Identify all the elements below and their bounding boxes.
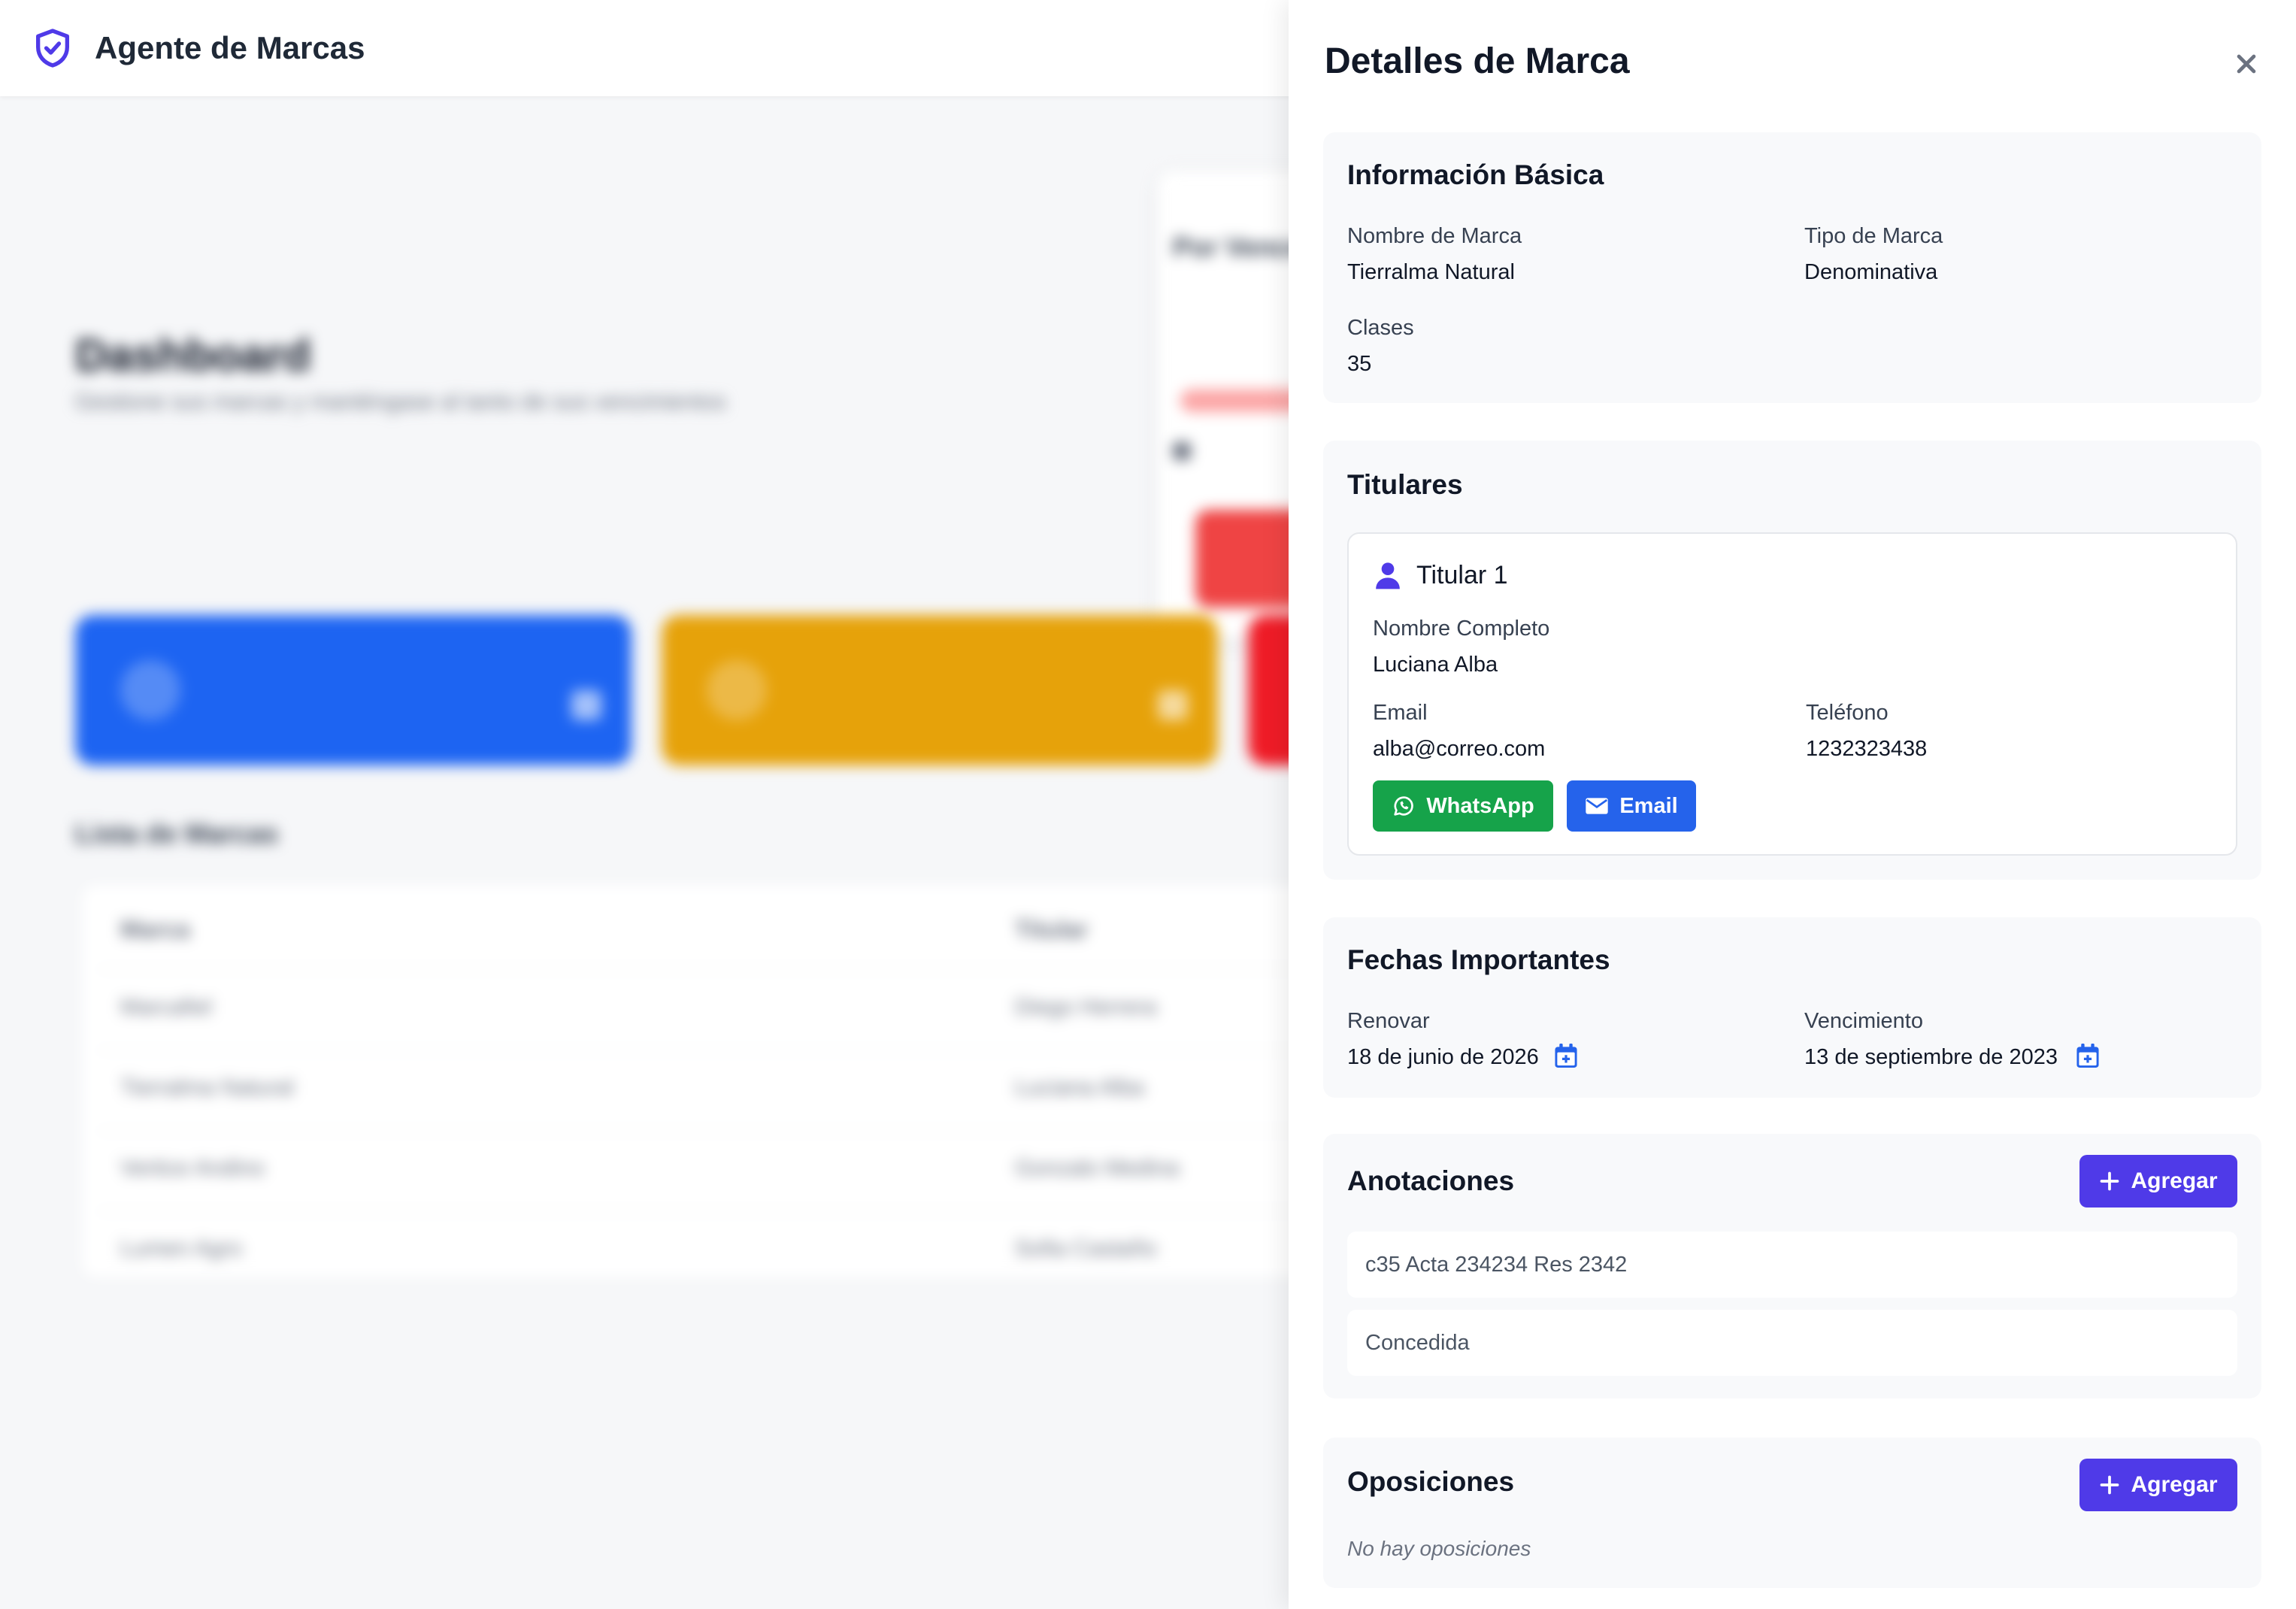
user-icon: [1373, 559, 1403, 591]
add-opposition-button[interactable]: Agregar: [2079, 1459, 2237, 1511]
calendar-add-icon[interactable]: [2076, 1044, 2099, 1068]
brand-name-label: Nombre de Marca: [1347, 224, 1522, 248]
stat-icon: [120, 660, 180, 720]
close-icon: [2234, 51, 2259, 79]
calendar-add-icon[interactable]: [1555, 1044, 1577, 1068]
annotations-section: Anotaciones Agregar c35 Acta 234234 Res …: [1323, 1134, 2261, 1398]
expiry-label: Vencimiento: [1804, 1009, 1923, 1033]
plus-icon: [2099, 1171, 2120, 1192]
email-label: Email: [1373, 701, 1428, 725]
add-annotation-button[interactable]: Agregar: [2079, 1155, 2237, 1208]
annotation-item: c35 Acta 234234 Res 2342: [1347, 1232, 2237, 1298]
whatsapp-button-label: WhatsApp: [1426, 793, 1534, 818]
add-button-label: Agregar: [2131, 1472, 2218, 1497]
renew-date: 18 de junio de 2026: [1347, 1045, 1539, 1069]
full-name-label: Nombre Completo: [1373, 617, 1550, 641]
section-title: Información Básica: [1347, 159, 1604, 190]
brand-type-value: Denominativa: [1804, 260, 1938, 284]
envelope-icon: [1585, 796, 1609, 816]
plus-icon: [2099, 1474, 2120, 1495]
section-title: Anotaciones: [1347, 1165, 1515, 1196]
whatsapp-icon: [1392, 794, 1416, 818]
email-button[interactable]: Email: [1567, 780, 1696, 832]
brand-name-value: Tierralma Natural: [1347, 260, 1515, 284]
table-cell[interactable]: Tierralma Natural: [120, 1075, 294, 1101]
stat-value: [1158, 690, 1188, 720]
stat-card-blue: [75, 615, 632, 765]
brand-list-title: Lista de Marcas: [75, 818, 279, 849]
email-value: alba@correo.com: [1373, 737, 1546, 761]
dashboard-subtitle: Gestione sus marcas y manténgase al tant…: [75, 389, 726, 414]
table-cell[interactable]: Vertice Andino: [120, 1156, 265, 1181]
table-cell[interactable]: Lumen Agro: [120, 1236, 242, 1262]
holders-section: Titulares Titular 1 Nombre Completo Luci…: [1323, 441, 2261, 880]
table-cell: Sofia Castaño: [1015, 1236, 1157, 1261]
shield-check-icon: [30, 26, 75, 71]
empty-oppositions-text: No hay oposiciones: [1347, 1537, 1531, 1560]
renew-label: Renovar: [1347, 1009, 1430, 1033]
section-title: Fechas Importantes: [1347, 944, 1610, 975]
panel-title: Detalles de Marca: [1325, 41, 1630, 81]
basic-info-section: Información Básica Nombre de Marca Tierr…: [1323, 132, 2261, 403]
divider: [98, 1130, 1323, 1132]
brand-details-panel: Detalles de Marca Información Básica Nom…: [1289, 0, 2296, 1609]
table-header-holder: Titular: [1015, 916, 1089, 943]
close-button[interactable]: [2230, 48, 2263, 81]
classes-value: 35: [1347, 352, 1372, 376]
phone-label: Teléfono: [1806, 701, 1889, 725]
stat-card-amber: [662, 615, 1218, 765]
email-button-label: Email: [1619, 793, 1678, 818]
dates-section: Fechas Importantes Renovar 18 de junio d…: [1323, 917, 2261, 1098]
brand-type-label: Tipo de Marca: [1804, 224, 1943, 248]
section-title: Oposiciones: [1347, 1466, 1515, 1497]
dashboard-title: Dashboard: [75, 330, 311, 380]
annotation-item: Concedida: [1347, 1310, 2237, 1376]
oppositions-section: Oposiciones Agregar No hay oposiciones: [1323, 1438, 2261, 1588]
classes-label: Clases: [1347, 316, 1414, 340]
divider: [98, 1050, 1323, 1051]
table-cell: Gonzalo Medina: [1015, 1156, 1180, 1180]
divider: [98, 968, 1323, 970]
expiring-dot: [1173, 442, 1191, 460]
table-cell: Diego Herrera: [1015, 995, 1157, 1020]
full-name-value: Luciana Alba: [1373, 653, 1498, 677]
holder-card: Titular 1 Nombre Completo Luciana Alba E…: [1347, 532, 2237, 856]
phone-value: 1232323438: [1806, 737, 1928, 761]
stat-value: [571, 690, 601, 720]
app-title: Agente de Marcas: [95, 30, 365, 65]
table-header-brand: Marca: [120, 916, 190, 943]
dashboard-background: Dashboard Gestione sus marcas y manténga…: [0, 96, 1323, 1609]
section-title: Titulares: [1347, 469, 1463, 500]
table-cell: Luciana Alba: [1015, 1075, 1144, 1100]
add-button-label: Agregar: [2131, 1168, 2218, 1193]
divider: [98, 1211, 1323, 1212]
whatsapp-button[interactable]: WhatsApp: [1373, 780, 1553, 832]
table-cell[interactable]: Marcafiel: [120, 995, 212, 1020]
expiry-date: 13 de septiembre de 2023: [1804, 1045, 2058, 1069]
stat-icon: [707, 660, 767, 720]
holder-title: Titular 1: [1416, 561, 1508, 589]
brand-table: Marca Titular Marcafiel Diego Herrera Ti…: [83, 886, 1323, 1277]
